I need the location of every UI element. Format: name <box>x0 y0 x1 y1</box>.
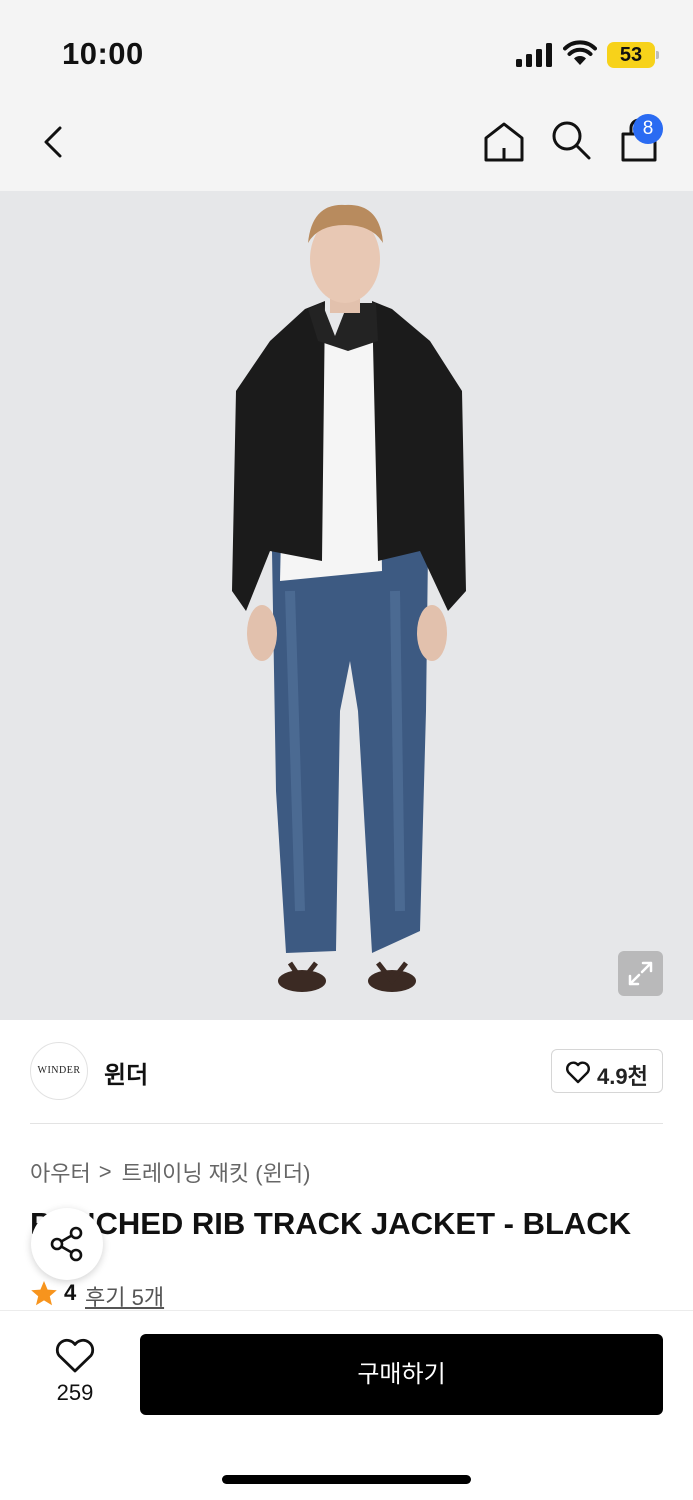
breadcrumb-category[interactable]: 아우터 <box>30 1161 91 1186</box>
home-indicator <box>222 1475 471 1484</box>
nav-bar <box>0 96 693 191</box>
divider <box>30 1123 663 1124</box>
product-title: PUNCHED RIB TRACK JACKET - BLACK <box>30 1206 632 1241</box>
search-icon[interactable] <box>549 118 593 162</box>
wishlist-count: 259 <box>56 1380 94 1405</box>
rating-value: 4 <box>64 1280 77 1305</box>
share-icon <box>50 1226 83 1262</box>
breadcrumb-separator: > <box>98 1159 112 1184</box>
star-icon <box>31 1281 57 1306</box>
wifi-icon <box>563 40 597 65</box>
brand-logo-text: WINDER <box>37 1065 81 1076</box>
brand-name[interactable]: 윈더 <box>104 1055 148 1090</box>
signal-icon <box>516 43 552 67</box>
product-image[interactable] <box>0 191 693 1020</box>
cart-count-badge: 8 <box>633 114 663 144</box>
expand-image-button[interactable] <box>618 951 663 996</box>
home-icon[interactable] <box>482 120 526 164</box>
heart-icon <box>55 1338 95 1373</box>
brand-logo[interactable]: WINDER <box>30 1042 88 1100</box>
battery-level: 53 <box>619 44 643 66</box>
status-bar: 10:00 53 <box>0 0 693 96</box>
expand-icon <box>628 961 653 986</box>
reviews-link[interactable]: 후기 5개 <box>85 1280 164 1312</box>
status-time: 10:00 <box>62 36 144 71</box>
breadcrumb-subcategory[interactable]: 트레이닝 재킷 (윈더) <box>122 1161 311 1186</box>
share-button[interactable] <box>31 1208 103 1280</box>
back-arrow-icon[interactable] <box>34 120 74 164</box>
battery-icon: 53 <box>607 42 659 68</box>
breadcrumb: 아우터 > 트레이닝 재킷 (윈더) <box>30 1156 310 1188</box>
brand-like-button[interactable]: 4.9천 <box>551 1049 663 1093</box>
wishlist-button[interactable]: 259 <box>40 1334 110 1412</box>
heart-icon <box>566 1061 590 1084</box>
model-photo <box>232 204 466 992</box>
buy-button[interactable]: 구매하기 <box>140 1334 663 1415</box>
brand-like-count: 4.9천 <box>597 1064 648 1089</box>
